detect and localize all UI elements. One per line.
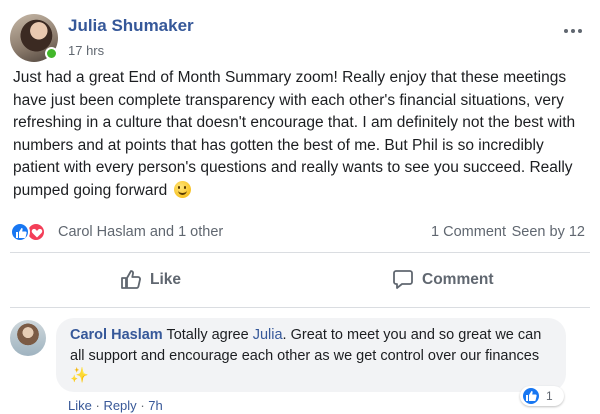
comment-timestamp[interactable]: 7h: [148, 398, 162, 413]
comment-reaction-badge[interactable]: 1: [520, 386, 564, 406]
author-avatar[interactable]: [10, 14, 58, 62]
post-timestamp[interactable]: 17 hrs: [68, 43, 104, 58]
like-button-label: Like: [150, 271, 182, 288]
more-options-icon[interactable]: [564, 20, 588, 33]
comment-count-link[interactable]: 1 Comment: [431, 224, 506, 240]
comment-like-link[interactable]: Like: [68, 398, 92, 413]
sparkles-icon: ✨: [70, 367, 89, 384]
thumbs-up-icon: [120, 268, 142, 295]
like-reaction-icon[interactable]: [10, 222, 30, 242]
comment-text-start: Totally agree: [166, 327, 253, 343]
comment: Carol Haslam Totally agree Julia. Great …: [10, 318, 590, 414]
online-status-indicator: [45, 47, 58, 60]
divider: [10, 252, 590, 253]
comment-bubble: Carol Haslam Totally agree Julia. Great …: [56, 318, 566, 392]
post-text: Just had a great End of Month Summary zo…: [13, 69, 576, 199]
comment-actions: Like · Reply · 7h: [68, 398, 163, 413]
comment-button-label: Comment: [422, 271, 494, 288]
post-author-name[interactable]: Julia Shumaker: [68, 16, 194, 36]
post-header: Julia Shumaker 17 hrs: [10, 14, 590, 64]
commenter-avatar[interactable]: [10, 320, 46, 356]
comment-mention[interactable]: Julia: [253, 327, 283, 343]
comment-reply-link[interactable]: Reply: [103, 398, 136, 413]
reactors-link[interactable]: Carol Haslam and 1 other: [58, 224, 223, 240]
post-body: Just had a great End of Month Summary zo…: [13, 67, 583, 202]
seen-by-count[interactable]: Seen by 12: [512, 224, 585, 240]
comment-bubble-icon: [392, 268, 414, 295]
reactions-summary: Carol Haslam and 1 other 1 Comment Seen …: [10, 222, 590, 244]
like-reaction-icon: [523, 388, 539, 404]
divider: [10, 307, 590, 308]
slightly-smiling-face-icon: [173, 180, 191, 198]
comment-like-count: 1: [546, 389, 553, 403]
comment-author[interactable]: Carol Haslam: [70, 327, 163, 343]
